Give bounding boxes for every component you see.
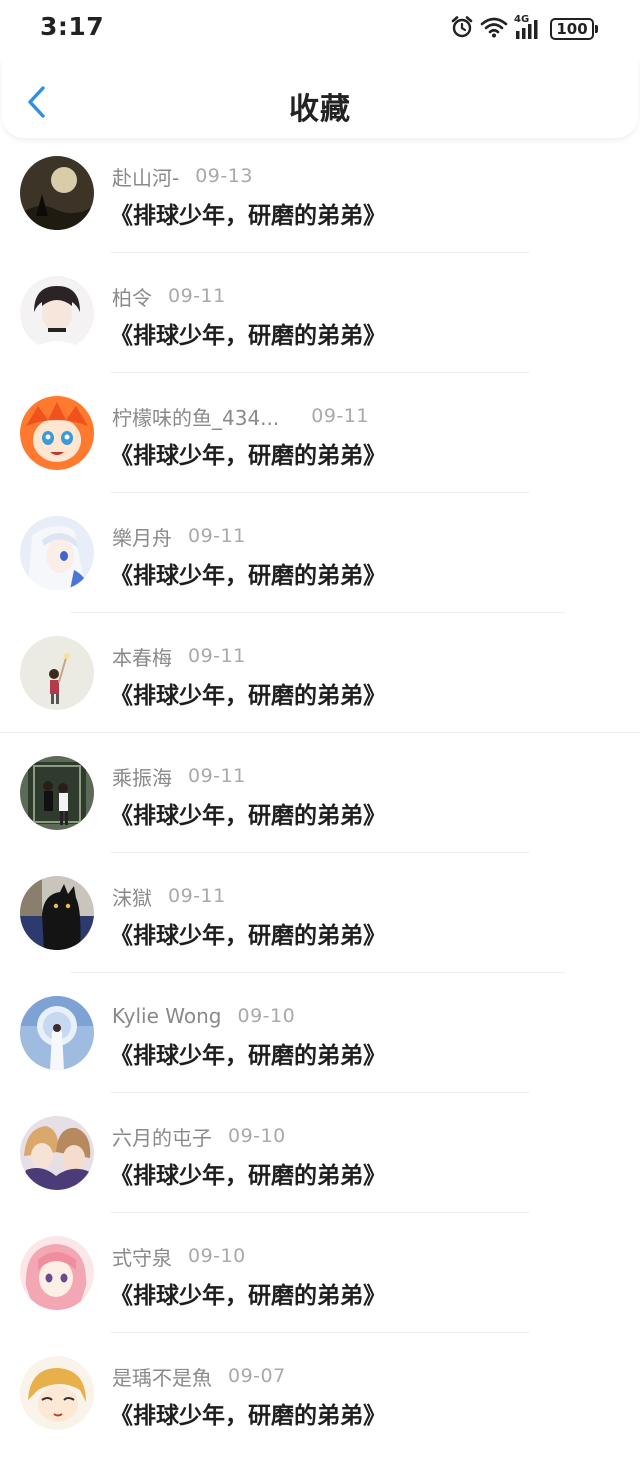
status-time: 3:17 xyxy=(40,12,105,41)
avatar[interactable] xyxy=(20,156,94,230)
favorite-date: 09-11 xyxy=(168,285,226,307)
favorite-title[interactable]: 《排球少年，研磨的弟弟》 xyxy=(110,796,386,830)
favorite-date: 09-11 xyxy=(188,765,246,787)
avatar[interactable] xyxy=(20,516,94,590)
favorite-date: 09-10 xyxy=(188,1245,246,1267)
favorite-date: 09-10 xyxy=(237,1005,296,1027)
item-meta: 柠檬味的鱼_434... 09-11 xyxy=(112,402,369,430)
list-item[interactable]: 本春梅 09-11 《排球少年，研磨的弟弟》 xyxy=(0,620,640,740)
username[interactable]: 乘振海 xyxy=(112,762,172,791)
divider xyxy=(110,252,530,253)
avatar[interactable] xyxy=(20,276,94,350)
item-meta: 赴山河- 09-13 xyxy=(112,162,253,190)
list-item[interactable]: Kylie Wong 09-10 《排球少年，研磨的弟弟》 xyxy=(0,980,640,1100)
list-item[interactable]: 是瑀不是魚 09-07 《排球少年，研磨的弟弟》 xyxy=(0,1340,640,1460)
favorite-date: 09-10 xyxy=(228,1125,286,1147)
favorite-title[interactable]: 《排球少年，研磨的弟弟》 xyxy=(110,1156,386,1190)
favorites-list: 赴山河- 09-13 《排球少年，研磨的弟弟》 柏令 09-11 《排球少年，研… xyxy=(0,140,640,1460)
favorite-date: 09-13 xyxy=(195,165,253,187)
divider xyxy=(110,1332,530,1333)
username[interactable]: Kylie Wong xyxy=(112,1004,221,1028)
item-meta: 式守泉 09-10 xyxy=(112,1242,246,1270)
status-bar: 3:17 4G 100 xyxy=(0,0,640,58)
list-item[interactable]: 六月的屯子 09-10 《排球少年，研磨的弟弟》 xyxy=(0,1100,640,1220)
favorite-date: 09-07 xyxy=(228,1365,286,1387)
avatar[interactable] xyxy=(20,1236,94,1310)
avatar[interactable] xyxy=(20,1116,94,1190)
list-item[interactable]: 柠檬味的鱼_434... 09-11 《排球少年，研磨的弟弟》 xyxy=(0,380,640,500)
list-item[interactable]: 赴山河- 09-13 《排球少年，研磨的弟弟》 xyxy=(0,140,640,260)
list-item[interactable]: 沫獄 09-11 《排球少年，研磨的弟弟》 xyxy=(0,860,640,980)
favorite-title[interactable]: 《排球少年，研磨的弟弟》 xyxy=(110,1396,386,1430)
username[interactable]: 式守泉 xyxy=(112,1242,172,1271)
divider xyxy=(70,972,565,973)
item-meta: 是瑀不是魚 09-07 xyxy=(112,1362,286,1390)
avatar[interactable] xyxy=(20,396,94,470)
status-icons: 4G 100 xyxy=(450,14,598,44)
username[interactable]: 本春梅 xyxy=(112,642,172,671)
favorite-date: 09-11 xyxy=(188,525,246,547)
wifi-icon xyxy=(480,16,508,42)
favorite-title[interactable]: 《排球少年，研磨的弟弟》 xyxy=(110,676,386,710)
favorite-title[interactable]: 《排球少年，研磨的弟弟》 xyxy=(110,316,386,350)
username[interactable]: 柠檬味的鱼_434... xyxy=(112,402,279,431)
divider xyxy=(110,1092,530,1093)
favorite-title[interactable]: 《排球少年，研磨的弟弟》 xyxy=(110,436,386,470)
favorite-date: 09-11 xyxy=(311,405,369,427)
favorite-date: 09-11 xyxy=(188,645,246,667)
divider xyxy=(0,732,640,733)
list-item[interactable]: 乘振海 09-11 《排球少年，研磨的弟弟》 xyxy=(0,740,640,860)
item-meta: Kylie Wong 09-10 xyxy=(112,1002,295,1030)
avatar[interactable] xyxy=(20,996,94,1070)
username[interactable]: 赴山河- xyxy=(112,162,179,191)
favorite-title[interactable]: 《排球少年，研磨的弟弟》 xyxy=(110,916,386,950)
item-meta: 沫獄 09-11 xyxy=(112,882,226,910)
favorite-title[interactable]: 《排球少年，研磨的弟弟》 xyxy=(110,556,386,590)
list-item[interactable]: 樂月舟 09-11 《排球少年，研磨的弟弟》 xyxy=(0,500,640,620)
list-item[interactable]: 柏令 09-11 《排球少年，研磨的弟弟》 xyxy=(0,260,640,380)
item-meta: 柏令 09-11 xyxy=(112,282,226,310)
favorite-title[interactable]: 《排球少年，研磨的弟弟》 xyxy=(110,1276,386,1310)
item-meta: 樂月舟 09-11 xyxy=(112,522,246,550)
cellular-signal-icon: 4G xyxy=(514,14,544,41)
divider xyxy=(110,372,530,373)
favorite-date: 09-11 xyxy=(168,885,226,907)
favorite-title[interactable]: 《排球少年，研磨的弟弟》 xyxy=(110,196,386,230)
battery-level: 100 xyxy=(550,18,594,40)
item-meta: 乘振海 09-11 xyxy=(112,762,246,790)
alarm-icon xyxy=(450,15,474,43)
divider xyxy=(110,852,530,853)
divider xyxy=(110,1212,530,1213)
item-meta: 本春梅 09-11 xyxy=(112,642,246,670)
divider xyxy=(70,612,565,613)
favorite-title[interactable]: 《排球少年，研磨的弟弟》 xyxy=(110,1036,386,1070)
avatar[interactable] xyxy=(20,1356,94,1430)
avatar[interactable] xyxy=(20,756,94,830)
battery-icon: 100 xyxy=(550,18,598,40)
page-title: 收藏 xyxy=(289,92,351,127)
divider xyxy=(110,492,530,493)
username[interactable]: 是瑀不是魚 xyxy=(112,1362,212,1391)
username[interactable]: 沫獄 xyxy=(112,882,152,911)
username[interactable]: 六月的屯子 xyxy=(112,1122,212,1151)
header-bar: 收藏 xyxy=(2,58,638,138)
item-meta: 六月的屯子 09-10 xyxy=(112,1122,286,1150)
list-item[interactable]: 式守泉 09-10 《排球少年，研磨的弟弟》 xyxy=(0,1220,640,1340)
username[interactable]: 柏令 xyxy=(112,282,152,311)
avatar[interactable] xyxy=(20,876,94,950)
username[interactable]: 樂月舟 xyxy=(112,522,172,551)
avatar[interactable] xyxy=(20,636,94,710)
